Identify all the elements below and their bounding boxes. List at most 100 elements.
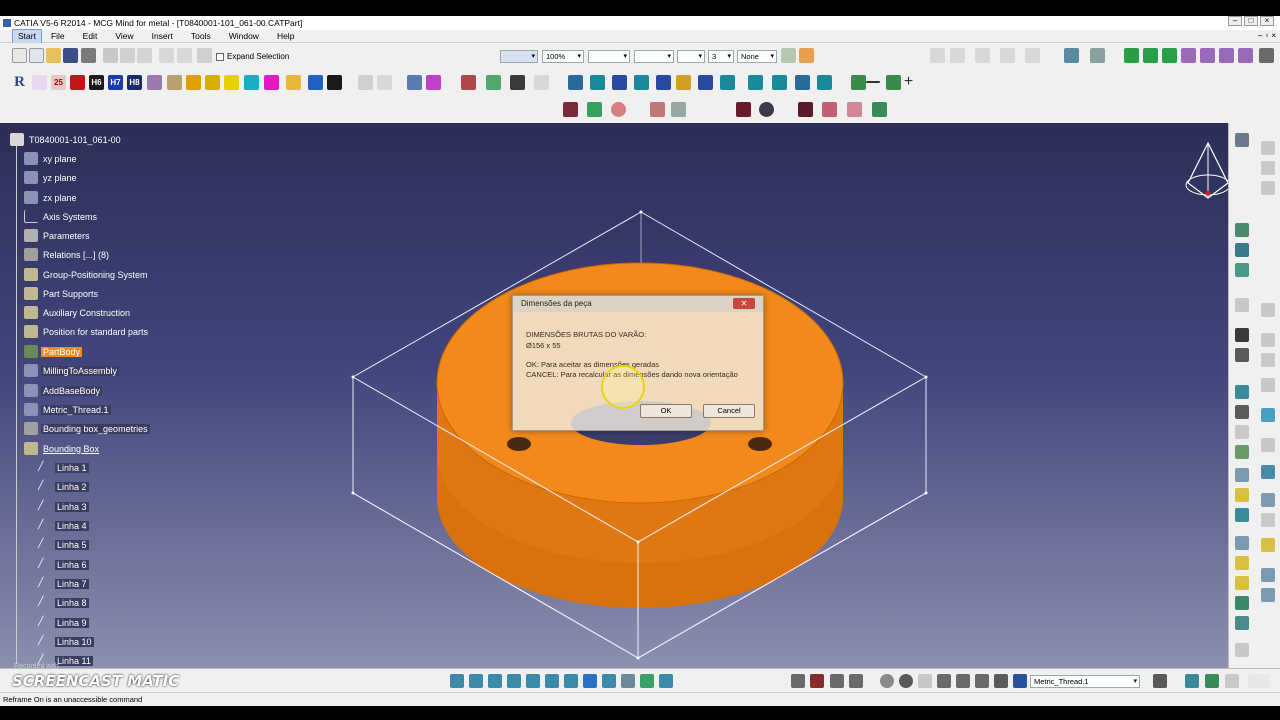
iso-view-icon[interactable]	[602, 674, 616, 688]
drill-icon-11[interactable]	[795, 75, 810, 90]
open-folder-icon[interactable]	[46, 48, 61, 63]
edge-icon[interactable]	[1235, 508, 1249, 522]
drill-icon-10[interactable]	[772, 75, 787, 90]
draw-icon[interactable]	[1235, 298, 1249, 312]
expand-selection-checkbox[interactable]	[216, 52, 224, 61]
extract-icon[interactable]	[1259, 48, 1274, 63]
op-icon-3[interactable]	[611, 102, 626, 117]
transparency-combo[interactable]: 100%	[542, 50, 584, 63]
work-object-icon[interactable]	[1013, 674, 1027, 688]
groove-icon[interactable]	[510, 75, 525, 90]
solid-icon[interactable]	[1235, 468, 1249, 482]
op-icon-5[interactable]	[671, 102, 686, 117]
tolerance-25-icon[interactable]: 25	[51, 75, 66, 90]
add-axis-icon[interactable]	[851, 75, 866, 90]
new-from-icon[interactable]	[29, 48, 44, 63]
tree-item-linha[interactable]: ╱ Linha 1	[38, 461, 89, 474]
abc-icon[interactable]	[1261, 141, 1275, 155]
pan-icon[interactable]	[488, 674, 502, 688]
tree-item-axis-systems[interactable]: Axis Systems	[24, 210, 99, 223]
solid-green-icon[interactable]	[1235, 596, 1249, 610]
tolerance-r-icon[interactable]: R	[12, 75, 27, 90]
swap-icon[interactable]	[659, 674, 673, 688]
shading-icon[interactable]	[621, 674, 635, 688]
material-icon[interactable]	[224, 75, 239, 90]
cloud-icon[interactable]	[286, 75, 301, 90]
menu-insert[interactable]: Insert	[143, 30, 182, 43]
plus-icon[interactable]: +	[901, 74, 916, 90]
tree-item-linha[interactable]: ╱ Linha 8	[38, 596, 89, 609]
cube-yellow-2-icon[interactable]	[1235, 576, 1249, 590]
drill-icon-12[interactable]	[817, 75, 832, 90]
drill-icon-8[interactable]	[720, 75, 735, 90]
h6-tolerance-icon[interactable]: H6	[89, 75, 104, 90]
cylinder-icon[interactable]	[407, 75, 422, 90]
law-icon[interactable]	[956, 674, 970, 688]
tree-item-milling-to-assembly[interactable]: MillingToAssembly	[24, 364, 120, 377]
tree-item-linha[interactable]: ╱ Linha 3	[38, 500, 89, 513]
op-icon-6[interactable]	[736, 102, 751, 117]
tree-item-xy-plane[interactable]: xy plane	[24, 152, 79, 165]
tree-item-auxiliary-construction[interactable]: Auxiliary Construction	[24, 306, 132, 319]
drill-icon-5[interactable]	[656, 75, 671, 90]
tree-item-linha[interactable]: ╱ Linha 2	[38, 480, 89, 493]
measure-right-icon[interactable]	[1235, 643, 1249, 657]
close-window-button[interactable]: ×	[1260, 16, 1274, 26]
drill-icon-6[interactable]	[676, 75, 691, 90]
machining-icon-2[interactable]	[810, 674, 824, 688]
doc-restore-button[interactable]: ▫	[1265, 31, 1268, 40]
cube-yellow-icon[interactable]	[1235, 556, 1249, 570]
box-yellow-icon[interactable]	[1261, 538, 1275, 552]
analysis-icon[interactable]	[1000, 48, 1015, 63]
power-copy-icon[interactable]	[1205, 674, 1219, 688]
multi-view-icon[interactable]	[583, 674, 597, 688]
menu-window[interactable]: Window	[220, 30, 268, 43]
op-icon-11[interactable]	[872, 102, 887, 117]
hide-show-icon[interactable]	[640, 674, 654, 688]
measure-icon[interactable]	[930, 48, 945, 63]
tree-item-linha[interactable]: ╱ Linha 4	[38, 519, 89, 532]
apply-material-icon[interactable]	[1025, 48, 1040, 63]
op-icon-7[interactable]	[759, 102, 774, 117]
rotate-view-icon[interactable]	[507, 674, 521, 688]
globe-icon[interactable]	[1235, 223, 1249, 237]
fly-mode-icon[interactable]	[450, 674, 464, 688]
scaling-icon[interactable]	[1200, 48, 1215, 63]
rotate-icon[interactable]	[1143, 48, 1158, 63]
plane-view-icon[interactable]	[1261, 408, 1275, 422]
pen-icon[interactable]	[377, 75, 392, 90]
save-icon[interactable]	[63, 48, 78, 63]
check-icon[interactable]	[975, 674, 989, 688]
edit-icon[interactable]	[1261, 181, 1275, 195]
tree-item-linha[interactable]: ╱ Linha 9	[38, 616, 89, 629]
current-body-combo[interactable]: Metric_Thread.1	[1030, 675, 1140, 688]
tree-item-linha[interactable]: ╱ Linha 7	[38, 577, 89, 590]
tree-item-linha[interactable]: ╱ Linha 10	[38, 635, 94, 648]
op-icon-9[interactable]	[822, 102, 837, 117]
tolerance-red-icon[interactable]	[70, 75, 85, 90]
layer-combo[interactable]: None	[737, 50, 777, 63]
aux-icon[interactable]	[1261, 378, 1275, 392]
cylinder-view-icon[interactable]	[1235, 385, 1249, 399]
tree-item-bounding-box-geometries[interactable]: Bounding box_geometries	[24, 422, 150, 435]
drill-icon-4[interactable]	[634, 75, 649, 90]
fill-icon[interactable]	[1261, 438, 1275, 452]
thread-icon[interactable]	[167, 75, 182, 90]
point-symbol-combo[interactable]	[677, 50, 705, 63]
tree-item-parameters[interactable]: Parameters	[24, 229, 92, 242]
info-icon[interactable]	[308, 75, 323, 90]
properties-icon[interactable]	[799, 48, 814, 63]
tree-item-metric-thread[interactable]: Metric_Thread.1	[24, 403, 111, 416]
tree-item-linha[interactable]: ╱ Linha 5	[38, 538, 89, 551]
maximize-button[interactable]: □	[1244, 16, 1258, 26]
mass-icon[interactable]	[975, 48, 990, 63]
whats-this-icon[interactable]	[197, 48, 212, 63]
roughness-icon[interactable]	[32, 75, 47, 90]
measure-between-icon[interactable]	[950, 48, 965, 63]
print-icon[interactable]	[81, 48, 96, 63]
op-icon-1[interactable]	[563, 102, 578, 117]
op-icon-8[interactable]	[798, 102, 813, 117]
painter-icon[interactable]	[781, 48, 796, 63]
feature-icon[interactable]	[186, 75, 201, 90]
formula-icon[interactable]	[918, 674, 932, 688]
